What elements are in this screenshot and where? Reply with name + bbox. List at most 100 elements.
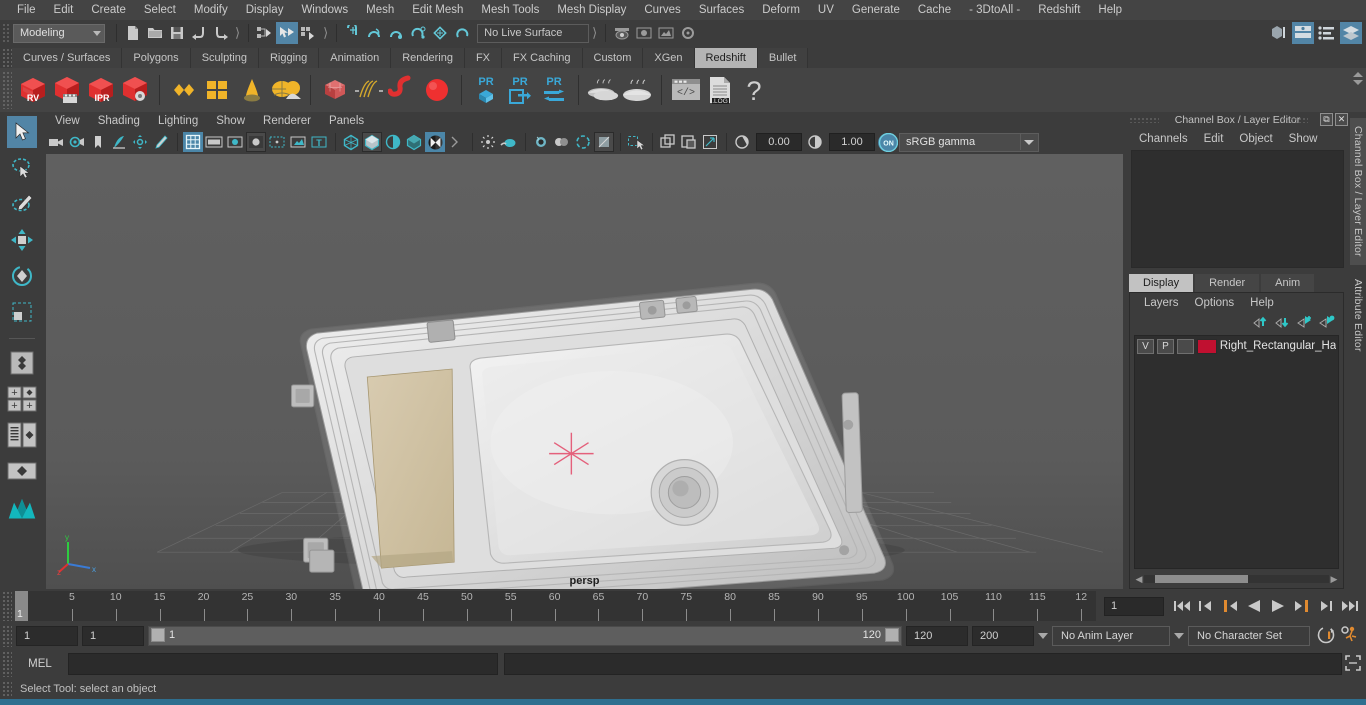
- xray-active-components-icon[interactable]: [626, 132, 646, 152]
- menu-set-selector[interactable]: Modeling: [13, 23, 105, 43]
- snap-curve-icon[interactable]: [364, 22, 386, 44]
- channel-menu-show[interactable]: Show: [1281, 133, 1326, 145]
- menu-mesh[interactable]: Mesh: [357, 0, 403, 20]
- range-slider[interactable]: 1 120: [148, 626, 902, 646]
- current-frame-field[interactable]: 1: [1104, 596, 1164, 616]
- current-time-indicator[interactable]: 1: [15, 591, 28, 621]
- film-gate-icon[interactable]: [204, 132, 224, 152]
- time-slider-grip[interactable]: [2, 591, 12, 621]
- anim-layer-selector[interactable]: No Anim Layer: [1052, 626, 1170, 646]
- view-transform-selector[interactable]: sRGB gamma: [899, 132, 1039, 152]
- bake-all-button[interactable]: [586, 73, 620, 107]
- render-settings-icon[interactable]: [655, 22, 677, 44]
- layer-menu-help[interactable]: Help: [1242, 297, 1282, 309]
- redshift-light-area-button[interactable]: [269, 73, 303, 107]
- create-layer-from-selected-icon[interactable]: [1319, 315, 1335, 332]
- show-hide-modeling-toolkit-icon[interactable]: [1268, 22, 1290, 44]
- redshift-ipr-render-button[interactable]: IPR: [84, 73, 118, 107]
- shelf-tab-curves-surfaces[interactable]: Curves / Surfaces: [12, 48, 123, 68]
- redshift-render-view-button[interactable]: RV: [16, 73, 50, 107]
- menu-select[interactable]: Select: [135, 0, 185, 20]
- animation-start-time-field[interactable]: 1: [16, 626, 78, 646]
- step-forward-keyframe-icon[interactable]: [1316, 596, 1336, 616]
- redshift-light-dome-button[interactable]: [235, 73, 269, 107]
- step-forward-frame-icon[interactable]: [1292, 596, 1312, 616]
- shelf-scroll-down-icon[interactable]: [1353, 80, 1363, 85]
- shelf-tab-animation[interactable]: Animation: [319, 48, 392, 68]
- layer-type-toggle[interactable]: [1176, 338, 1194, 354]
- film-origin-icon[interactable]: [267, 132, 287, 152]
- display-layer-list[interactable]: V P Right_Rectangular_Ha: [1134, 335, 1339, 569]
- side-tab-attribute-editor[interactable]: Attribute Editor: [1350, 270, 1366, 360]
- render-globals-icon[interactable]: [677, 22, 699, 44]
- menu-cache[interactable]: Cache: [909, 0, 960, 20]
- menu-edit[interactable]: Edit: [45, 0, 83, 20]
- scale-tool-button[interactable]: [7, 296, 37, 328]
- redshift-render-settings-button[interactable]: [118, 73, 152, 107]
- ipr-render-icon[interactable]: [633, 22, 655, 44]
- shelf-tab-bullet[interactable]: Bullet: [757, 48, 809, 68]
- layer-tab-display[interactable]: Display: [1129, 274, 1194, 292]
- gamma-icon[interactable]: [805, 132, 825, 152]
- log-file-button[interactable]: .LOG: [703, 73, 737, 107]
- scrollbar-track[interactable]: [1144, 575, 1329, 583]
- camera-attributes-icon[interactable]: [67, 132, 87, 152]
- select-camera-icon[interactable]: [46, 132, 66, 152]
- menu-create[interactable]: Create: [82, 0, 135, 20]
- shelf-tab-redshift[interactable]: Redshift: [694, 48, 758, 68]
- proxy-convert-button[interactable]: PR: [537, 73, 571, 107]
- paint-select-tool-button[interactable]: [7, 188, 37, 220]
- bake-selected-button[interactable]: [620, 73, 654, 107]
- exposure-icon[interactable]: [732, 132, 752, 152]
- viewport-menu-renderer[interactable]: Renderer: [254, 115, 320, 127]
- viewport-menu-lighting[interactable]: Lighting: [149, 115, 207, 127]
- character-set-selector[interactable]: No Character Set: [1188, 626, 1310, 646]
- shadows-icon[interactable]: [425, 132, 445, 152]
- viewport-menu-show[interactable]: Show: [207, 115, 254, 127]
- menu-generate[interactable]: Generate: [843, 0, 909, 20]
- smooth-shade-icon[interactable]: [362, 132, 382, 152]
- resolution-gate-icon[interactable]: [225, 132, 245, 152]
- bookmark-icon[interactable]: [88, 132, 108, 152]
- redshift-sphere-light-button[interactable]: [420, 73, 454, 107]
- help-icon[interactable]: ?: [737, 73, 771, 107]
- outliner-persp-layout-button[interactable]: [7, 419, 37, 451]
- undo-icon[interactable]: [188, 22, 210, 44]
- menu-help[interactable]: Help: [1089, 0, 1131, 20]
- shelf-tab-polygons[interactable]: Polygons: [122, 48, 191, 68]
- command-line-grip[interactable]: [2, 651, 12, 677]
- menu-file[interactable]: File: [8, 0, 45, 20]
- redshift-proxy-cube-button[interactable]: [318, 73, 352, 107]
- persp-viewport[interactable]: y x z persp: [46, 154, 1123, 589]
- gate-mask-icon[interactable]: [246, 132, 266, 152]
- menu-uv[interactable]: UV: [809, 0, 843, 20]
- playback-end-time-field[interactable]: 120: [906, 626, 968, 646]
- channel-menu-edit[interactable]: Edit: [1196, 133, 1232, 145]
- grid-toggle-icon[interactable]: [183, 132, 203, 152]
- snap-projected-center-icon[interactable]: [408, 22, 430, 44]
- make-live-icon[interactable]: [452, 22, 474, 44]
- save-scene-icon[interactable]: [166, 22, 188, 44]
- undock-icon[interactable]: ⧉: [1320, 113, 1333, 126]
- range-grip[interactable]: [2, 625, 12, 647]
- menu-modify[interactable]: Modify: [185, 0, 237, 20]
- viewport-menu-panels[interactable]: Panels: [320, 115, 373, 127]
- menu-3dtoall[interactable]: - 3DtoAll -: [960, 0, 1029, 20]
- two-d-pan-zoom-icon[interactable]: [130, 132, 150, 152]
- range-end-handle[interactable]: [885, 628, 899, 642]
- layer-playback-toggle[interactable]: P: [1156, 338, 1174, 354]
- layer-menu-layers[interactable]: Layers: [1136, 297, 1187, 309]
- chevron-down-icon[interactable]: [1038, 633, 1048, 639]
- safe-action-icon[interactable]: [288, 132, 308, 152]
- chevron-down-icon[interactable]: [1020, 134, 1036, 150]
- go-to-end-icon[interactable]: [1340, 596, 1360, 616]
- layer-list-horizontal-scrollbar[interactable]: ◀ ▶: [1134, 573, 1339, 585]
- move-layer-down-icon[interactable]: [1275, 315, 1291, 332]
- list-item[interactable]: V P Right_Rectangular_Ha: [1135, 336, 1338, 356]
- move-layer-up-icon[interactable]: [1253, 315, 1269, 332]
- range-start-handle[interactable]: [151, 628, 165, 642]
- depth-of-field-icon[interactable]: [531, 132, 551, 152]
- help-line-grip[interactable]: [2, 681, 12, 697]
- layer-tab-render[interactable]: Render: [1195, 274, 1260, 292]
- render-view-icon[interactable]: [611, 22, 633, 44]
